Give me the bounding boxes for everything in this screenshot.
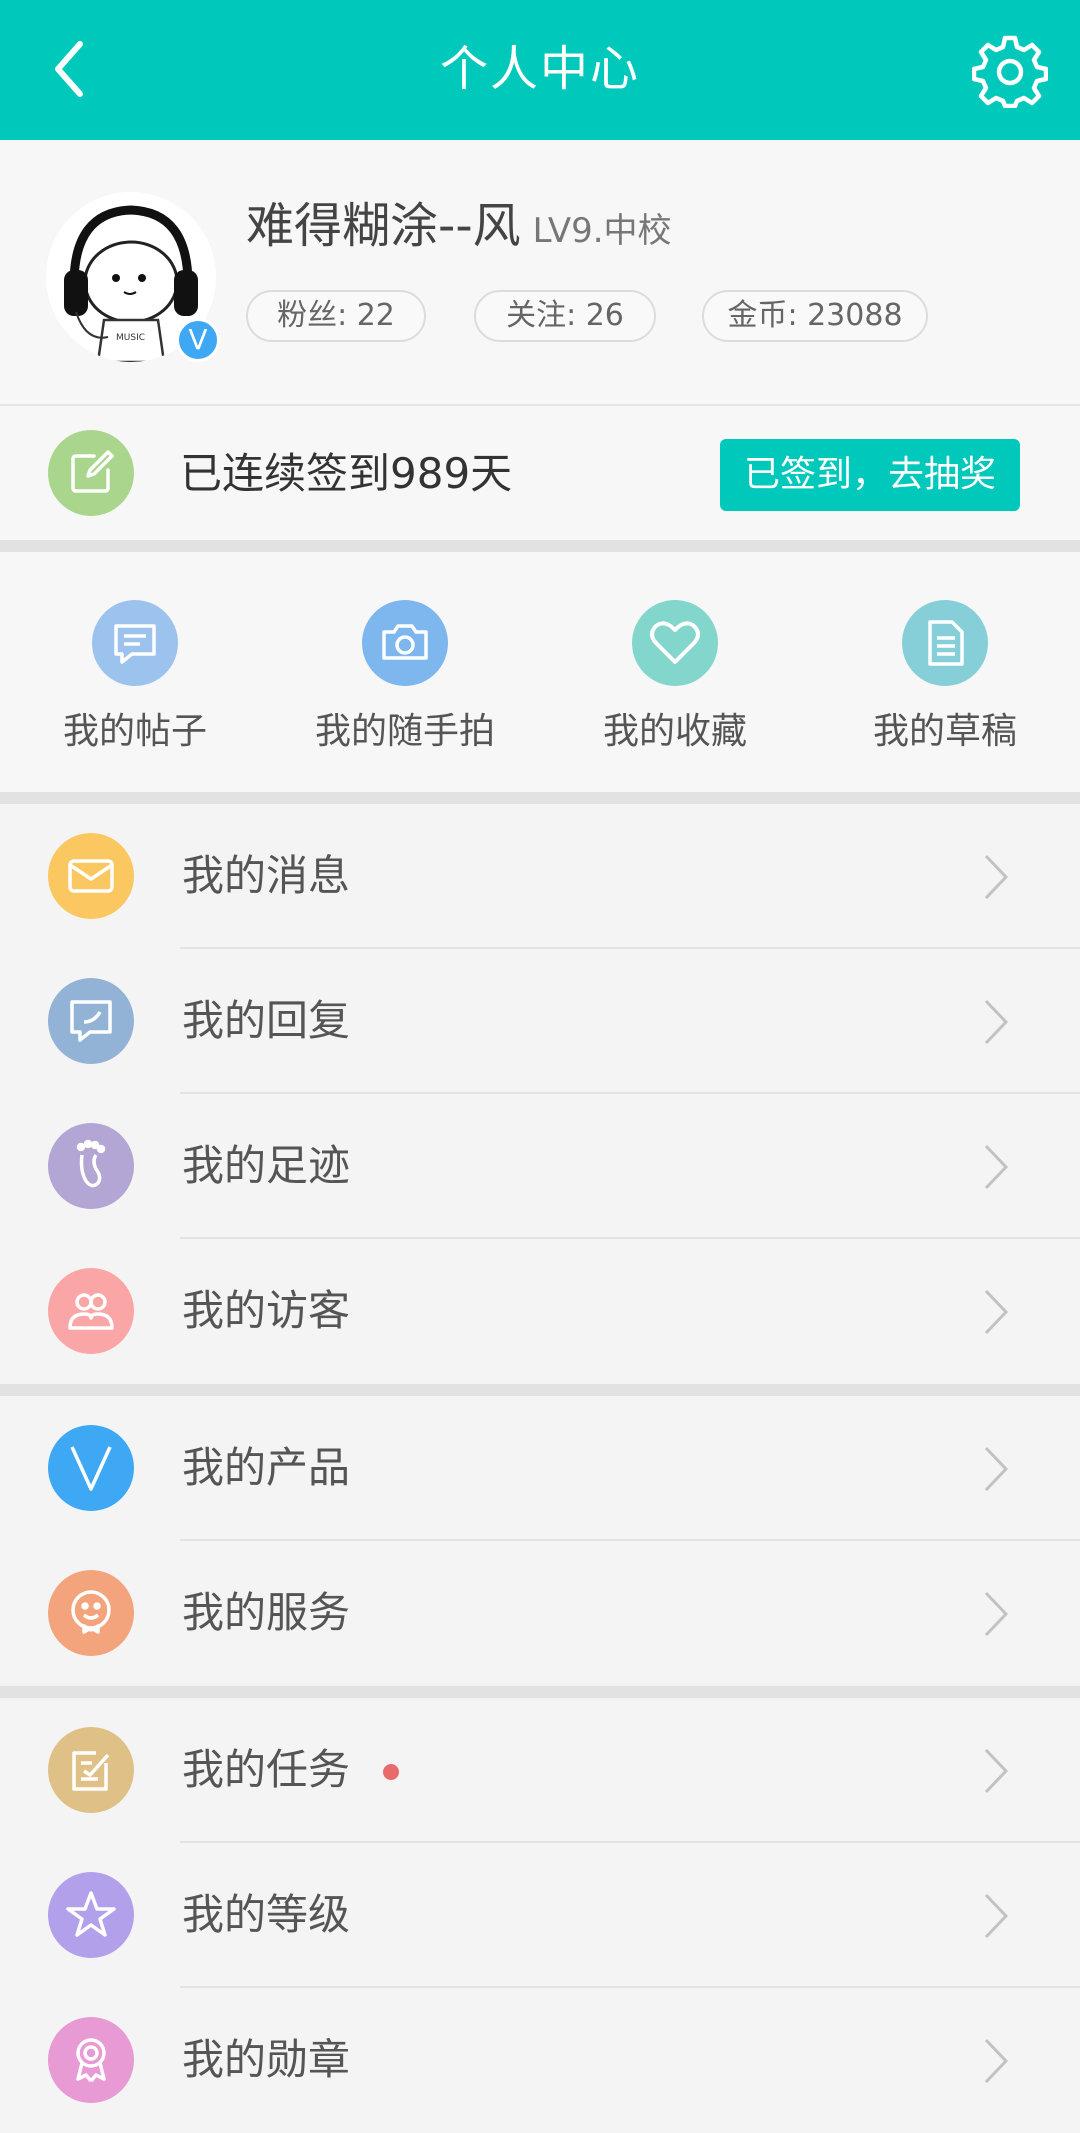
shortcut-my-drafts[interactable]: 我的草稿 bbox=[810, 552, 1080, 792]
menu-item-medals[interactable]: 我的勋章 bbox=[0, 1988, 1080, 2133]
chevron-right-icon bbox=[984, 854, 1009, 900]
chevron-right-icon bbox=[984, 1591, 1009, 1637]
signin-streak-text: 已连续签到989天 bbox=[180, 449, 513, 498]
chevron-right-icon bbox=[984, 1144, 1009, 1190]
verified-badge: V bbox=[176, 318, 220, 362]
mail-icon bbox=[48, 833, 134, 919]
camera-icon bbox=[362, 600, 448, 686]
menu-item-level[interactable]: 我的等级 bbox=[0, 1843, 1080, 1988]
shortcut-label: 我的收藏 bbox=[602, 711, 747, 752]
page-title: 个人中心 bbox=[439, 41, 640, 97]
reply-icon bbox=[48, 978, 134, 1064]
menu-label: 我的服务 bbox=[182, 1588, 351, 1637]
top-bar: 个人中心 bbox=[0, 0, 1080, 140]
section-divider bbox=[0, 1686, 1080, 1698]
menu-item-visitors[interactable]: 我的访客 bbox=[0, 1239, 1080, 1384]
heart-icon bbox=[632, 600, 718, 686]
section-divider bbox=[0, 540, 1080, 552]
fans-count-pill[interactable]: 粉丝: 22 bbox=[246, 290, 426, 342]
menu-label: 我的消息 bbox=[182, 851, 351, 900]
menu-label: 我的产品 bbox=[182, 1443, 351, 1492]
profile-card[interactable]: MUSIC V 难得糊涂--风 LV9.中校 粉丝: 22 关注: 26 金币: … bbox=[0, 140, 1080, 406]
menu-label: 我的访客 bbox=[182, 1286, 351, 1335]
menu-label: 我的任务 bbox=[182, 1745, 351, 1794]
coins-count-pill[interactable]: 金币: 23088 bbox=[702, 290, 928, 342]
menu-label: 我的足迹 bbox=[182, 1141, 351, 1190]
chevron-right-icon bbox=[984, 1446, 1009, 1492]
menu-label: 我的等级 bbox=[182, 1890, 351, 1939]
footprint-icon bbox=[48, 1123, 134, 1209]
chevron-right-icon bbox=[984, 2038, 1009, 2084]
post-icon bbox=[92, 600, 178, 686]
menu-label: 我的勋章 bbox=[182, 2035, 351, 2084]
task-icon bbox=[48, 1727, 134, 1813]
section-divider bbox=[0, 1384, 1080, 1396]
visitors-icon bbox=[48, 1268, 134, 1354]
shortcut-label: 我的草稿 bbox=[872, 711, 1017, 752]
chevron-right-icon bbox=[984, 1289, 1009, 1335]
lottery-button[interactable]: 已签到，去抽奖 bbox=[720, 439, 1020, 511]
menu-item-messages[interactable]: 我的消息 bbox=[0, 804, 1080, 949]
menu-item-replies[interactable]: 我的回复 bbox=[0, 949, 1080, 1094]
menu-label: 我的回复 bbox=[182, 996, 351, 1045]
user-level: LV9.中校 bbox=[532, 211, 672, 251]
new-task-dot bbox=[383, 1764, 399, 1780]
shortcut-my-posts[interactable]: 我的帖子 bbox=[0, 552, 270, 792]
menu-item-services[interactable]: 我的服务 bbox=[0, 1541, 1080, 1686]
medal-icon bbox=[48, 2017, 134, 2103]
shortcut-my-favorites[interactable]: 我的收藏 bbox=[540, 552, 810, 792]
shortcut-label: 我的帖子 bbox=[62, 711, 207, 752]
edit-icon bbox=[48, 430, 134, 516]
shortcut-grid: 我的帖子 我的随手拍 我的收藏 我的草稿 bbox=[0, 552, 1080, 792]
draft-icon bbox=[902, 600, 988, 686]
menu-item-products[interactable]: 我的产品 bbox=[0, 1396, 1080, 1541]
chevron-right-icon bbox=[984, 999, 1009, 1045]
shortcut-my-photos[interactable]: 我的随手拍 bbox=[270, 552, 540, 792]
chevron-right-icon bbox=[984, 1893, 1009, 1939]
v-brand-icon bbox=[48, 1425, 134, 1511]
signin-bar: 已连续签到989天 已签到，去抽奖 bbox=[0, 406, 1080, 540]
menu-item-tasks[interactable]: 我的任务 bbox=[0, 1698, 1080, 1843]
chevron-right-icon bbox=[984, 1748, 1009, 1794]
username: 难得糊涂--风 bbox=[246, 198, 521, 254]
section-divider bbox=[0, 792, 1080, 804]
smile-service-icon bbox=[48, 1570, 134, 1656]
username-row: 难得糊涂--风 LV9.中校 bbox=[246, 196, 672, 261]
follows-count-pill[interactable]: 关注: 26 bbox=[474, 290, 656, 342]
menu-item-footprints[interactable]: 我的足迹 bbox=[0, 1094, 1080, 1239]
shortcut-label: 我的随手拍 bbox=[314, 711, 495, 752]
gear-icon[interactable] bbox=[972, 32, 1048, 108]
svg-text:MUSIC: MUSIC bbox=[116, 333, 145, 343]
star-icon bbox=[48, 1872, 134, 1958]
